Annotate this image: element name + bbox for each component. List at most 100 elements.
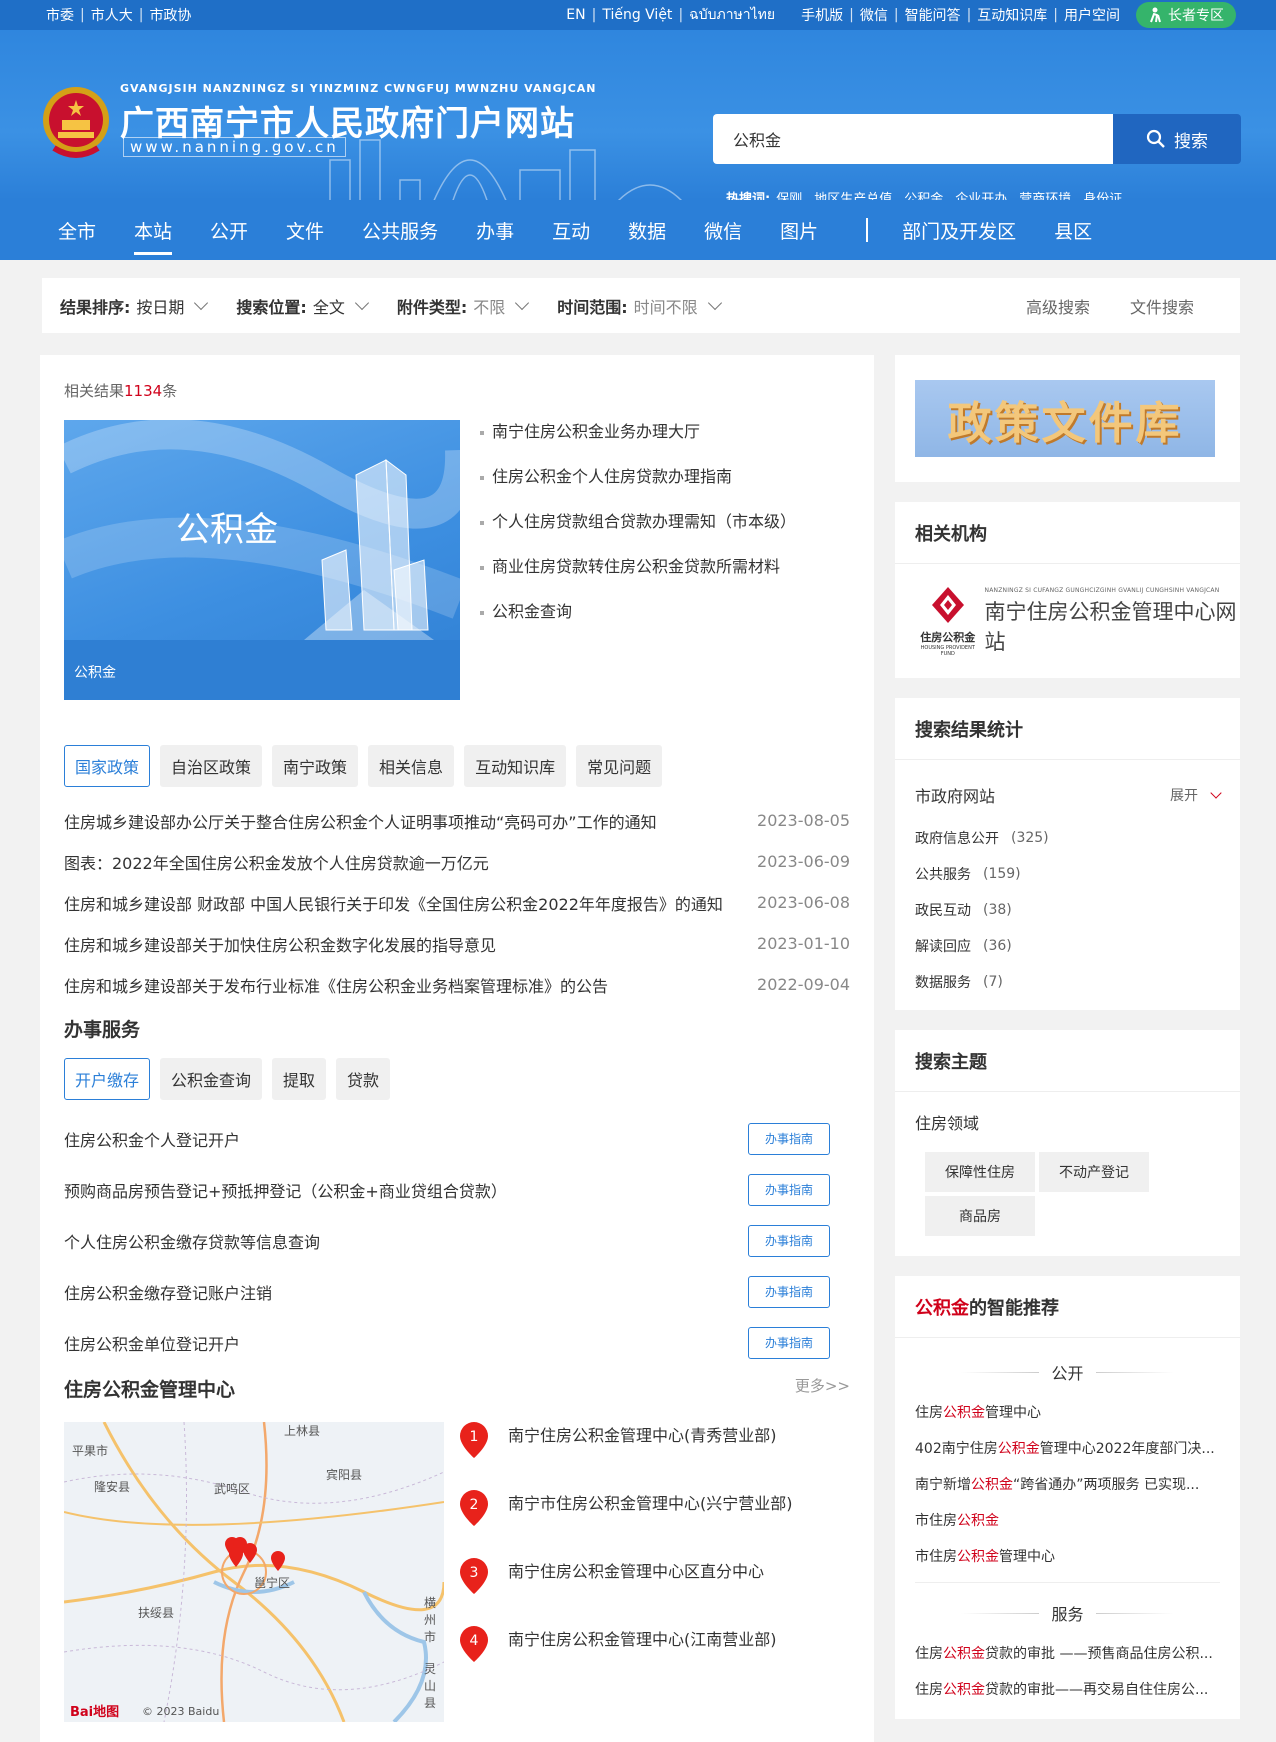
nav-item-pictures[interactable]: 图片 <box>780 200 818 260</box>
nav-item-departments[interactable]: 部门及开发区 <box>902 200 1016 260</box>
reco-item[interactable]: 市住房 公积金 管理中心 <box>915 1538 1220 1574</box>
link-thai[interactable]: ฉบับภาษาไทย <box>683 4 781 26</box>
list-item[interactable]: 2 南宁市住房公积金管理中心(兴宁营业部) <box>460 1490 793 1558</box>
advanced-search-link[interactable]: 高级搜索 <box>1026 294 1090 318</box>
stats-item[interactable]: 数据服务 (7) <box>915 964 1220 1000</box>
reco-item[interactable]: 住房 公积金 贷款的审批——再交易自住住房公... <box>915 1671 1220 1707</box>
search-button[interactable]: 搜索 <box>1113 114 1241 164</box>
list-item[interactable]: 图表：2022年全国住房公积金发放个人住房贷款逾一万亿元 2023-06-09 <box>64 841 850 882</box>
nav-item-city[interactable]: 全市 <box>58 200 96 260</box>
service-title[interactable]: 住房公积金缴存登记账户注销 <box>64 1280 272 1304</box>
stats-item[interactable]: 政府信息公开 (325) <box>915 820 1220 856</box>
guide-button[interactable]: 办事指南 <box>748 1173 830 1206</box>
location-map[interactable]: 上林县 平果市 隆安县 武鸣区 宾阳县 邕宁区 扶绥县 横州市 灵山县 Bai地… <box>64 1422 444 1722</box>
link-mobile[interactable]: 手机版 <box>795 5 849 25</box>
position-filter[interactable]: 搜索位置: 全文 <box>236 294 369 318</box>
hot-word[interactable]: 营商环境 <box>1019 188 1071 200</box>
list-item[interactable]: 住房和城乡建设部 财政部 中国人民银行关于印发《全国住房公积金2022年年度报告… <box>64 882 850 923</box>
hot-word[interactable]: 身份证 <box>1083 188 1122 200</box>
tab-related-info[interactable]: 相关信息 <box>368 745 455 787</box>
link-smart-qa[interactable]: 智能问答 <box>899 5 967 25</box>
reco-item[interactable]: 住房 公积金 管理中心 <box>915 1394 1220 1430</box>
topic-tag[interactable]: 保障性住房 <box>925 1152 1035 1192</box>
more-link[interactable]: 更多>> <box>795 1375 850 1396</box>
elder-zone-button[interactable]: 长者专区 <box>1136 2 1236 28</box>
nav-item-public-service[interactable]: 公共服务 <box>362 200 438 260</box>
tab-loan[interactable]: 贷款 <box>336 1058 391 1100</box>
search-input[interactable] <box>713 114 1113 164</box>
topic-tag[interactable]: 商品房 <box>925 1196 1035 1236</box>
service-title[interactable]: 住房公积金单位登记开户 <box>64 1331 240 1355</box>
topic-banner[interactable]: 公积金 公积金 <box>64 420 460 700</box>
policy-title[interactable]: 住房城乡建设部办公厅关于整合住房公积金个人证明事项推动“亮码可办”工作的通知 <box>64 809 657 833</box>
quick-link[interactable]: 公积金查询 <box>480 600 796 645</box>
tab-nanning-policy[interactable]: 南宁政策 <box>272 745 359 787</box>
quick-link[interactable]: 商业住房贷款转住房公积金贷款所需材料 <box>480 555 796 600</box>
guide-button[interactable]: 办事指南 <box>748 1326 830 1359</box>
hot-word[interactable]: 企业开办 <box>955 188 1007 200</box>
service-title[interactable]: 个人住房公积金缴存贷款等信息查询 <box>64 1229 320 1253</box>
policy-title[interactable]: 住房和城乡建设部关于加快住房公积金数字化发展的指导意见 <box>64 932 496 956</box>
list-item[interactable]: 住房城乡建设部办公厅关于整合住房公积金个人证明事项推动“亮码可办”工作的通知 20… <box>64 800 850 841</box>
guide-button[interactable]: 办事指南 <box>748 1122 830 1155</box>
link-english[interactable]: EN <box>560 7 591 23</box>
center-name[interactable]: 南宁住房公积金管理中心(青秀营业部) <box>508 1422 777 1446</box>
link-vietnamese[interactable]: Tiếng Việt <box>596 7 678 23</box>
tab-withdraw[interactable]: 提取 <box>272 1058 327 1100</box>
nav-item-interaction[interactable]: 互动 <box>552 200 590 260</box>
service-title[interactable]: 预购商品房预告登记+预抵押登记（公积金+商业贷组合贷款） <box>64 1178 507 1202</box>
link-npc[interactable]: 市人大 <box>85 5 139 25</box>
policy-library-banner[interactable]: 政策文件库 <box>915 380 1215 457</box>
guide-button[interactable]: 办事指南 <box>748 1224 830 1257</box>
topic-tag[interactable]: 不动产登记 <box>1039 1152 1149 1192</box>
org-link[interactable]: 住房公积金 HOUSING PROVIDENT FUND NANZNINGZ S… <box>895 564 1240 678</box>
stats-item[interactable]: 公共服务 (159) <box>915 856 1220 892</box>
nav-item-affairs[interactable]: 办事 <box>476 200 514 260</box>
quick-link[interactable]: 个人住房贷款组合贷款办理需知（市本级） <box>480 510 796 555</box>
quick-link[interactable]: 南宁住房公积金业务办理大厅 <box>480 420 796 465</box>
file-search-link[interactable]: 文件搜索 <box>1130 294 1194 318</box>
reco-item[interactable]: 市住房 公积金 <box>915 1502 1220 1538</box>
nav-item-counties[interactable]: 县区 <box>1054 200 1092 260</box>
quick-link[interactable]: 住房公积金个人住房贷款办理指南 <box>480 465 796 510</box>
link-cppcc[interactable]: 市政协 <box>143 5 197 25</box>
reco-item[interactable]: 南宁新增 公积金 “跨省通办”两项服务 已实现... <box>915 1466 1220 1502</box>
policy-title[interactable]: 住房和城乡建设部 财政部 中国人民银行关于印发《全国住房公积金2022年年度报告… <box>64 891 723 915</box>
stats-item[interactable]: 解读回应 (36) <box>915 928 1220 964</box>
list-item[interactable]: 住房和城乡建设部关于发布行业标准《住房公积金业务档案管理标准》的公告 2022-0… <box>64 964 850 1005</box>
center-name[interactable]: 南宁住房公积金管理中心区直分中心 <box>508 1558 764 1582</box>
list-item[interactable]: 4 南宁住房公积金管理中心(江南营业部) <box>460 1626 793 1694</box>
nav-item-public[interactable]: 公开 <box>210 200 248 260</box>
expand-toggle[interactable]: 展开 <box>1170 785 1222 805</box>
nav-item-data[interactable]: 数据 <box>628 200 666 260</box>
center-name[interactable]: 南宁市住房公积金管理中心(兴宁营业部) <box>508 1490 793 1514</box>
link-wechat[interactable]: 微信 <box>854 5 894 25</box>
tab-open-account[interactable]: 开户缴存 <box>64 1058 151 1100</box>
nav-item-documents[interactable]: 文件 <box>286 200 324 260</box>
policy-title[interactable]: 图表：2022年全国住房公积金发放个人住房贷款逾一万亿元 <box>64 850 489 874</box>
list-item[interactable]: 1 南宁住房公积金管理中心(青秀营业部) <box>460 1422 793 1490</box>
link-municipal-committee[interactable]: 市委 <box>40 5 80 25</box>
hot-word[interactable]: 地区生产总值 <box>814 188 892 200</box>
nav-item-wechat[interactable]: 微信 <box>704 200 742 260</box>
attachment-filter[interactable]: 附件类型: 不限 <box>397 294 530 318</box>
tab-fund-query[interactable]: 公积金查询 <box>160 1058 263 1100</box>
hot-word[interactable]: 公积金 <box>904 188 943 200</box>
time-filter[interactable]: 时间范围: 时间不限 <box>557 294 722 318</box>
reco-item[interactable]: 402南宁住房 公积金 管理中心2022年度部门决... <box>915 1430 1220 1466</box>
hot-word[interactable]: 保刚 <box>776 188 802 200</box>
tab-faq[interactable]: 常见问题 <box>576 745 663 787</box>
guide-button[interactable]: 办事指南 <box>748 1275 830 1308</box>
list-item[interactable]: 3 南宁住房公积金管理中心区直分中心 <box>460 1558 793 1626</box>
tab-knowledge-base[interactable]: 互动知识库 <box>464 745 567 787</box>
link-user-space[interactable]: 用户空间 <box>1058 5 1126 25</box>
policy-title[interactable]: 住房和城乡建设部关于发布行业标准《住房公积金业务档案管理标准》的公告 <box>64 973 608 997</box>
tab-region-policy[interactable]: 自治区政策 <box>160 745 263 787</box>
stats-item[interactable]: 政民互动 (38) <box>915 892 1220 928</box>
reco-item[interactable]: 住房 公积金 贷款的审批 ——预售商品住房公积... <box>915 1635 1220 1671</box>
sort-filter[interactable]: 结果排序: 按日期 <box>60 294 209 318</box>
nav-item-this-site[interactable]: 本站 <box>134 200 173 260</box>
center-name[interactable]: 南宁住房公积金管理中心(江南营业部) <box>508 1626 777 1650</box>
service-title[interactable]: 住房公积金个人登记开户 <box>64 1127 240 1151</box>
tab-national-policy[interactable]: 国家政策 <box>64 745 151 787</box>
